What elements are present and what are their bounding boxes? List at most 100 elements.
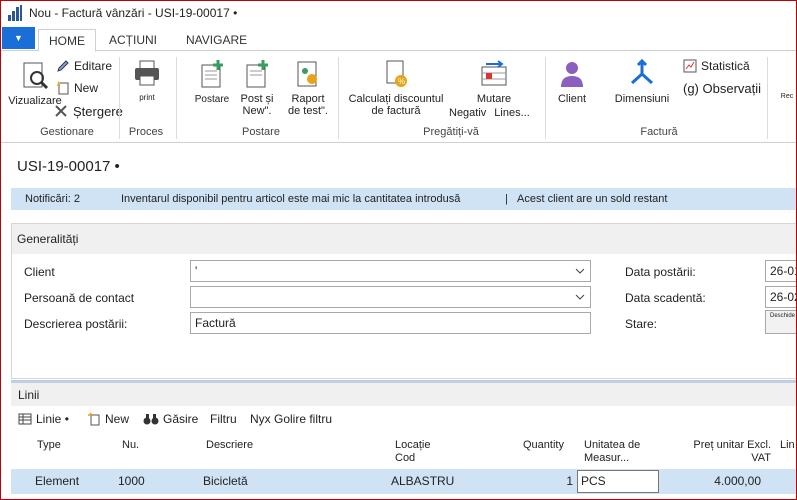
client-field[interactable]: ' [190, 260, 591, 282]
ribbon-separator [767, 57, 768, 139]
filtru-button[interactable]: Filtru [210, 412, 237, 426]
column-header-locatie-line2: Cod [395, 452, 416, 464]
mutare-button[interactable]: Mutare [471, 59, 517, 105]
statistica-label: Statistică [701, 59, 750, 73]
app-menu-button[interactable]: ▼ [2, 27, 35, 49]
stare-field: Deschide [765, 310, 796, 334]
gasire-label: Găsire [163, 412, 199, 426]
grid-lines-icon [18, 413, 32, 425]
stergere-button[interactable]: Ștergere [53, 103, 123, 119]
column-header-quantity[interactable]: Quantity [523, 439, 564, 452]
cell-nu[interactable]: 1000 [118, 474, 145, 488]
window-title: Nou - Factură vânzări - USI-19-00017 • [29, 6, 238, 20]
linie-label: Linie • [36, 412, 69, 426]
pencil-icon [57, 60, 69, 72]
filtru-label: Filtru [210, 412, 237, 426]
post-document-icon [201, 60, 223, 88]
editare-button[interactable]: Editare [56, 59, 112, 73]
notification-count: Notificări: 2 [25, 193, 81, 205]
desc-field-value: Factură [195, 316, 236, 330]
new-line-icon [88, 412, 100, 426]
raport-test-button[interactable]: Raport de test". [284, 59, 332, 117]
golire-filtru-button[interactable]: Nyx Golire filtru [250, 412, 332, 426]
observatii-button[interactable]: (g) Observații [683, 81, 761, 96]
linie-menu-button[interactable]: Linie • [18, 412, 69, 426]
ribbon-separator [545, 57, 546, 139]
print-button[interactable]: print [129, 59, 165, 104]
overflow-button[interactable]: Rec [776, 91, 796, 103]
client-label: Client [557, 93, 587, 105]
cell-descriere[interactable]: Bicicletă [203, 474, 248, 488]
statistics-chart-icon [683, 59, 697, 73]
ribbon-separator [338, 57, 339, 139]
dimensiuni-button[interactable]: Dimensiuni [611, 59, 673, 105]
client-field-label: Client [24, 265, 55, 279]
notification-message-2[interactable]: Acest client are un sold restant [517, 193, 667, 205]
general-header[interactable]: Generalități [12, 224, 796, 254]
binoculars-icon [143, 414, 159, 425]
group-label-proces: Proces [128, 126, 164, 138]
client-field-value: ' [195, 264, 198, 278]
tab-actiuni[interactable]: ACȚIUNI [99, 29, 167, 52]
chevron-down-icon[interactable] [574, 291, 586, 303]
notification-message-1[interactable]: Inventarul disponibil pentru articol est… [121, 193, 460, 205]
print-label: print [139, 93, 155, 102]
group-label-pregatiti: Pregătiți-vă [423, 126, 479, 138]
column-header-descriere[interactable]: Descriere [206, 439, 253, 452]
postare-btn-label: Postare [194, 94, 230, 105]
calculati-discount-label: Calculați discountul de factură [348, 93, 444, 117]
data-scadenta-value: 26-02 [770, 290, 796, 304]
data-postarii-value: 26-01 [770, 264, 796, 278]
contact-field-label: Persoană de contact [24, 291, 135, 305]
raport-test-label: Raport de test". [288, 93, 328, 117]
negativ-label: Negativ [449, 107, 487, 119]
table-row[interactable]: Element 1000 Bicicletă ALBASTRU 1 PCS 4.… [11, 469, 796, 494]
group-label-gestionare: Gestionare [40, 126, 94, 138]
delete-x-icon [55, 105, 67, 117]
cell-quantity[interactable]: 1 [531, 474, 573, 488]
data-postarii-field[interactable]: 26-01 [765, 260, 796, 282]
svg-text:%: % [398, 77, 405, 86]
tab-home[interactable]: HOME [38, 29, 96, 52]
ribbon-separator [119, 57, 120, 139]
column-header-locatie[interactable]: Locație Cod [395, 439, 430, 465]
column-header-nu[interactable]: Nu. [122, 439, 139, 452]
lines-new-button[interactable]: New [87, 412, 129, 426]
client-button[interactable]: Client [553, 59, 591, 105]
tab-navigare[interactable]: NAVIGARE [176, 29, 257, 52]
stergere-label: Ștergere [73, 103, 123, 119]
lines-label: Lines... [494, 107, 530, 119]
new-button[interactable]: New [56, 81, 98, 95]
vizualizare-button[interactable]: Vizualizare [8, 61, 62, 107]
ribbon-separator [176, 57, 177, 139]
cell-cod[interactable]: ALBASTRU [391, 474, 454, 488]
column-header-lin[interactable]: Lin [780, 439, 795, 452]
app-logo-icon [7, 5, 23, 21]
column-header-type[interactable]: Type [37, 439, 61, 452]
desc-field[interactable]: Factură [190, 312, 591, 334]
cell-unit-input[interactable]: PCS [577, 470, 659, 493]
data-scadenta-label: Data scadentă: [625, 291, 706, 305]
dimensiuni-label: Dimensiuni [614, 93, 670, 105]
data-scadenta-field[interactable]: 26-02 [765, 286, 796, 308]
column-header-unitatea[interactable]: Unitatea de Measur... [584, 439, 640, 465]
chevron-down-icon[interactable] [574, 265, 586, 277]
general-section: Generalități Client ' Persoană de contac… [11, 223, 796, 379]
column-header-pret[interactable]: Preț unitar Excl. VAT [673, 439, 771, 465]
column-header-locatie-line1: Locație [395, 439, 431, 451]
statistica-button[interactable]: Statistică [683, 59, 750, 73]
calculati-discount-button[interactable]: % Calculați discountul de factură [347, 59, 445, 117]
cell-type[interactable]: Element [35, 474, 79, 488]
postare-button[interactable]: Postare [192, 59, 232, 106]
post-new-button[interactable]: Post și New". [236, 59, 278, 117]
post-new-icon [246, 60, 268, 88]
page-title: USI-19-00017 • [17, 158, 120, 175]
customer-person-icon [561, 62, 583, 87]
gasire-button[interactable]: Găsire [143, 412, 198, 426]
contact-field[interactable] [190, 286, 591, 308]
column-header-unitatea-line1: Unitatea de [584, 439, 641, 451]
cell-pret[interactable]: 4.000,00 [671, 474, 761, 488]
lines-header[interactable]: Linii [11, 381, 796, 406]
dimensions-icon [630, 59, 654, 85]
column-header-pret-line1: Preț unitar Excl. [693, 439, 771, 451]
